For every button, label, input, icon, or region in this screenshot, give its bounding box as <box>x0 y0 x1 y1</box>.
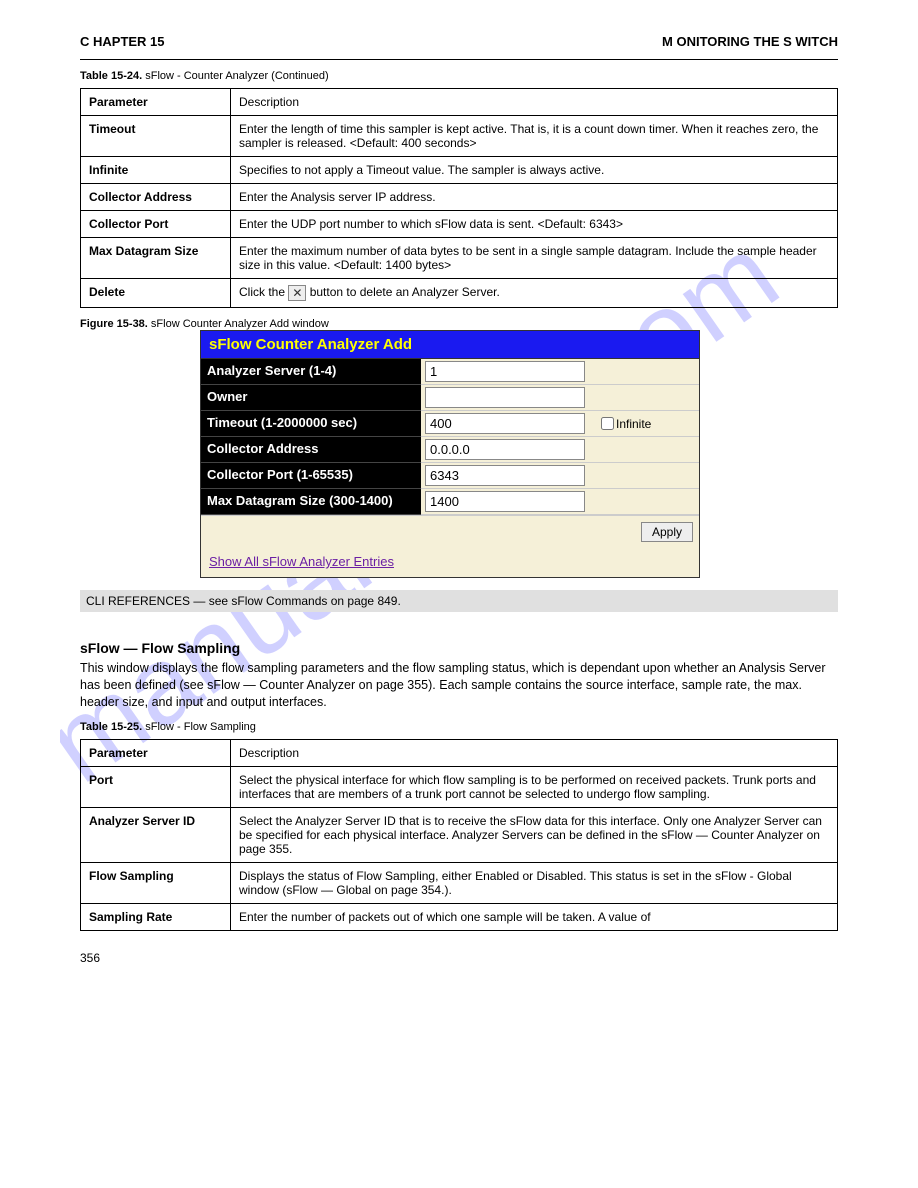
row-collector-port-desc: Enter the UDP port number to which sFlow… <box>231 211 838 238</box>
panel-title: sFlow Counter Analyzer Add <box>201 331 699 359</box>
row-port-desc: Select the physical interface for which … <box>231 766 838 807</box>
label-owner: Owner <box>201 385 421 411</box>
row-collector-address-label: Collector Address <box>81 184 231 211</box>
figure-caption: Figure 15-38. sFlow Counter Analyzer Add… <box>80 318 838 330</box>
para-flow-sampling: This window displays the flow sampling p… <box>80 660 838 711</box>
row-max-datagram-desc: Enter the maximum number of data bytes t… <box>231 238 838 279</box>
row-sampling-rate-desc: Enter the number of packets out of which… <box>231 903 838 930</box>
row-port-label: Port <box>81 766 231 807</box>
input-collector-address[interactable] <box>425 439 585 460</box>
input-collector-port[interactable] <box>425 465 585 486</box>
row-collector-port-label: Collector Port <box>81 211 231 238</box>
row-flow-sampling-label: Flow Sampling <box>81 862 231 903</box>
label-analyzer-server: Analyzer Server (1-4) <box>201 359 421 385</box>
row-delete-desc: Click the ✕ button to delete an Analyzer… <box>231 279 838 308</box>
row-timeout-desc: Enter the length of time this sampler is… <box>231 116 838 157</box>
th-description: Description <box>231 89 838 116</box>
table-sflow-flow-sampling: Parameter Description Port Select the ph… <box>80 739 838 931</box>
row-infinite-desc: Specifies to not apply a Timeout value. … <box>231 157 838 184</box>
label-infinite-cb: Infinite <box>616 417 651 431</box>
label-collector-port: Collector Port (1-65535) <box>201 463 421 489</box>
row-timeout-label: Timeout <box>81 116 231 157</box>
th2-parameter: Parameter <box>81 739 231 766</box>
row-infinite-label: Infinite <box>81 157 231 184</box>
delete-icon: ✕ <box>288 285 306 301</box>
input-timeout[interactable] <box>425 413 585 434</box>
input-owner[interactable] <box>425 387 585 408</box>
checkbox-infinite[interactable] <box>601 417 614 430</box>
apply-button[interactable]: Apply <box>641 522 693 542</box>
page-number: 356 <box>80 951 838 965</box>
chapter-label: C HAPTER 15 <box>80 34 165 49</box>
heading-flow-sampling: sFlow — Flow Sampling <box>80 640 838 656</box>
table-sflow-counter-analyzer: Parameter Description Timeout Enter the … <box>80 88 838 308</box>
sflow-counter-analyzer-add-panel: sFlow Counter Analyzer Add Analyzer Serv… <box>200 330 700 578</box>
label-timeout: Timeout (1-2000000 sec) <box>201 411 421 437</box>
row-analyzer-serverid-label: Analyzer Server ID <box>81 807 231 862</box>
row-collector-address-desc: Enter the Analysis server IP address. <box>231 184 838 211</box>
th-parameter: Parameter <box>81 89 231 116</box>
th2-description: Description <box>231 739 838 766</box>
label-max-datagram: Max Datagram Size (300-1400) <box>201 489 421 515</box>
show-all-entries-link[interactable]: Show All sFlow Analyzer Entries <box>209 554 394 569</box>
page-title: M ONITORING THE S WITCH <box>662 34 838 49</box>
input-max-datagram[interactable] <box>425 491 585 512</box>
label-collector-address: Collector Address <box>201 437 421 463</box>
row-max-datagram-label: Max Datagram Size <box>81 238 231 279</box>
table1-caption: Table 15-24. sFlow - Counter Analyzer (C… <box>80 70 838 82</box>
row-delete-label: Delete <box>81 279 231 308</box>
table2-caption: Table 15-25. sFlow - Flow Sampling <box>80 721 838 733</box>
row-analyzer-serverid-desc: Select the Analyzer Server ID that is to… <box>231 807 838 862</box>
input-analyzer-server[interactable] <box>425 361 585 382</box>
row-sampling-rate-label: Sampling Rate <box>81 903 231 930</box>
cli-references: CLI REFERENCES — see sFlow Commands on p… <box>80 590 838 612</box>
row-flow-sampling-desc: Displays the status of Flow Sampling, ei… <box>231 862 838 903</box>
